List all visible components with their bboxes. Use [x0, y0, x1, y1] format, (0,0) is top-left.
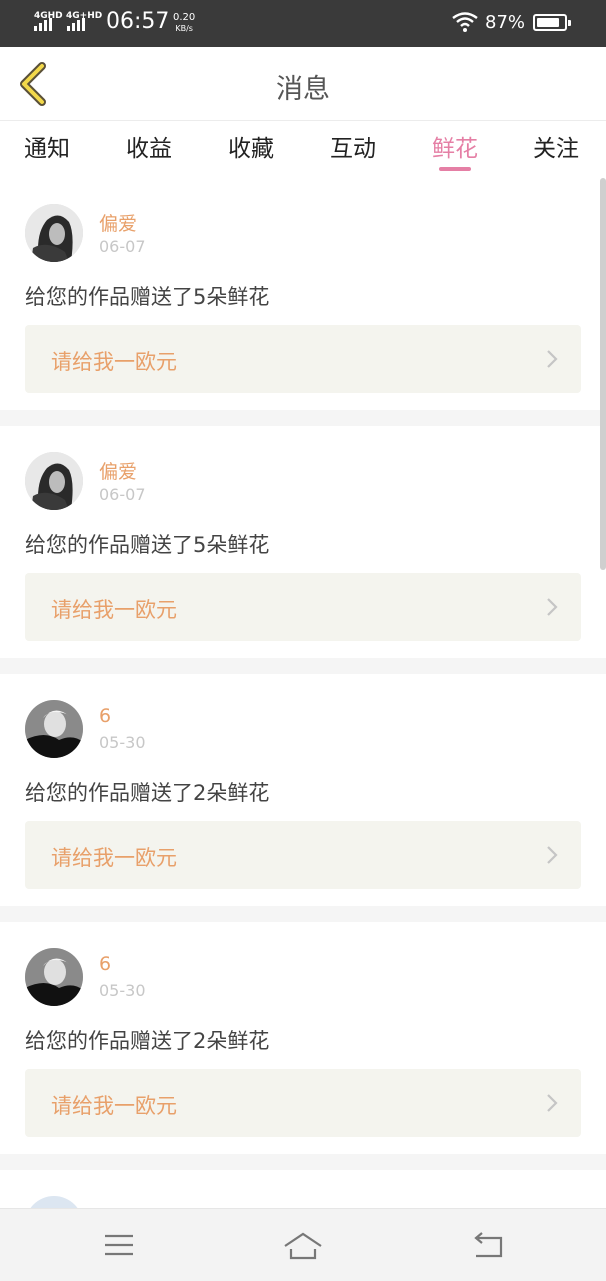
tab-flowers[interactable]: 鲜花 — [432, 129, 478, 163]
battery-percent: 87% — [485, 12, 526, 33]
home-button[interactable] — [283, 1225, 323, 1265]
battery-icon — [533, 14, 571, 31]
message-date: 05-30 — [99, 733, 146, 752]
reply-text: 请给我一欧元 — [51, 350, 177, 374]
signal-icon — [67, 18, 85, 31]
chevron-right-icon — [547, 846, 558, 864]
message-card: 偏爱 06-07 给您的作品赠送了5朵鲜花 请给我一欧元 — [0, 178, 606, 410]
message-date: 06-07 — [99, 485, 146, 504]
nav-back-button[interactable] — [468, 1225, 508, 1265]
battery-level — [537, 18, 560, 27]
reply-box[interactable]: 请给我一欧元 — [25, 325, 581, 393]
avatar-image — [25, 204, 83, 262]
reply-box[interactable]: 请给我一欧元 — [25, 573, 581, 641]
tab-earnings[interactable]: 收益 — [126, 129, 172, 163]
tab-bar: 通知 收益 收藏 互动 鲜花 关注 — [0, 121, 606, 175]
signal-icon — [34, 18, 52, 31]
tab-interactions[interactable]: 互动 — [330, 129, 376, 163]
status-time: 06:57 — [106, 9, 170, 34]
message-card: 6 05-30 给您的作品赠送了2朵鲜花 请给我一欧元 — [0, 674, 606, 906]
message-card: 偏爱 06-07 给您的作品赠送了5朵鲜花 请给我一欧元 — [0, 426, 606, 658]
chevron-right-icon — [547, 598, 558, 616]
message-list[interactable]: 偏爱 06-07 给您的作品赠送了5朵鲜花 请给我一欧元 偏爱 06-07 给您… — [0, 178, 606, 1208]
header: 消息 — [0, 47, 606, 121]
sender-name[interactable]: 6 — [99, 705, 111, 727]
avatar[interactable] — [25, 204, 83, 262]
reply-text: 请给我一欧元 — [51, 846, 177, 870]
sender-name[interactable]: 6 — [99, 953, 111, 975]
avatar[interactable] — [25, 452, 83, 510]
reply-box[interactable]: 请给我一欧元 — [25, 821, 581, 889]
message-text: 给您的作品赠送了2朵鲜花 — [25, 781, 270, 805]
network-speed-unit: KB/s — [175, 24, 193, 33]
message-date: 05-30 — [99, 981, 146, 1000]
home-icon — [284, 1232, 322, 1260]
avatar[interactable] — [25, 948, 83, 1006]
tab-follows[interactable]: 关注 — [533, 129, 579, 163]
reply-text: 请给我一欧元 — [51, 598, 177, 622]
system-nav-bar — [0, 1208, 606, 1281]
reply-text: 请给我一欧元 — [51, 1094, 177, 1118]
page-title: 消息 — [276, 74, 330, 105]
message-card: 6 05-30 给您的作品赠送了2朵鲜花 请给我一欧元 — [0, 922, 606, 1154]
chevron-right-icon — [547, 1094, 558, 1112]
sender-name[interactable]: 偏爱 — [99, 457, 137, 484]
avatar-image — [25, 700, 83, 758]
scrollbar[interactable] — [600, 178, 606, 570]
menu-button[interactable] — [99, 1225, 139, 1265]
chevron-right-icon — [547, 350, 558, 368]
message-text: 给您的作品赠送了5朵鲜花 — [25, 285, 270, 309]
tab-favorites[interactable]: 收藏 — [228, 129, 274, 163]
sender-name[interactable]: 偏爱 — [99, 209, 137, 236]
message-date: 06-07 — [99, 237, 146, 256]
message-text: 给您的作品赠送了2朵鲜花 — [25, 1029, 270, 1053]
network-speed-value: 0.20 — [173, 12, 196, 23]
menu-icon — [105, 1234, 133, 1256]
reply-box[interactable]: 请给我一欧元 — [25, 1069, 581, 1137]
avatar-image — [25, 948, 83, 1006]
status-bar: 4GHD 4G+HD 06:57 0.20 KB/s 87% — [0, 0, 606, 47]
avatar[interactable] — [25, 700, 83, 758]
active-tab-indicator — [439, 167, 471, 171]
message-text: 给您的作品赠送了5朵鲜花 — [25, 533, 270, 557]
avatar[interactable] — [25, 1196, 83, 1208]
wifi-icon — [452, 12, 478, 32]
message-card — [0, 1170, 606, 1208]
avatar-image — [25, 452, 83, 510]
network-speed: 0.20 KB/s — [173, 12, 195, 34]
back-icon — [474, 1232, 503, 1258]
tab-notifications[interactable]: 通知 — [24, 129, 70, 163]
